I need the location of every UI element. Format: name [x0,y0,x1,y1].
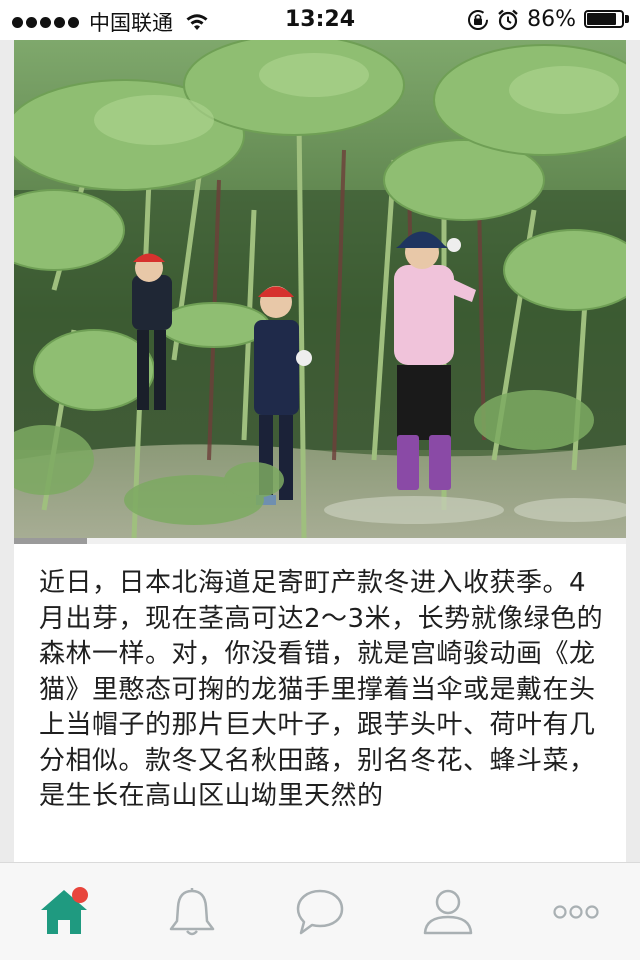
battery-icon [584,9,630,30]
notification-badge [72,887,88,903]
alarm-icon [498,9,518,30]
photo-illustration [14,40,626,538]
more-dots-icon [553,905,599,919]
bell-icon [169,888,215,936]
article-card[interactable]: 近日，日本北海道足寄町产款冬进入收获季。4月出芽，现在茎高可达2～3米，长势就像… [14,40,626,862]
profile-icon [423,889,473,935]
article-photo[interactable] [14,40,626,538]
image-progress-fill [14,538,88,544]
tab-home[interactable] [0,863,128,960]
status-bar: 中国联通 13:24 86% [0,0,640,40]
tab-messages[interactable] [256,863,384,960]
tab-more[interactable] [512,863,640,960]
tab-profile[interactable] [384,863,512,960]
article-body-text: 近日，日本北海道足寄町产款冬进入收获季。4月出芽，现在茎高可达2～3米，长势就像… [39,568,604,811]
status-right: 86% [467,7,630,32]
bottom-tab-bar [0,862,640,960]
rotation-lock-icon [468,9,489,30]
image-progress-bar [14,538,626,544]
tab-notifications[interactable] [128,863,256,960]
battery-percent: 86% [527,7,576,32]
chat-bubble-icon [296,889,344,935]
app-screen: 中国联通 13:24 86% 近日，日本北海道足寄町产款冬进入收获季。4月出芽，… [0,0,640,960]
